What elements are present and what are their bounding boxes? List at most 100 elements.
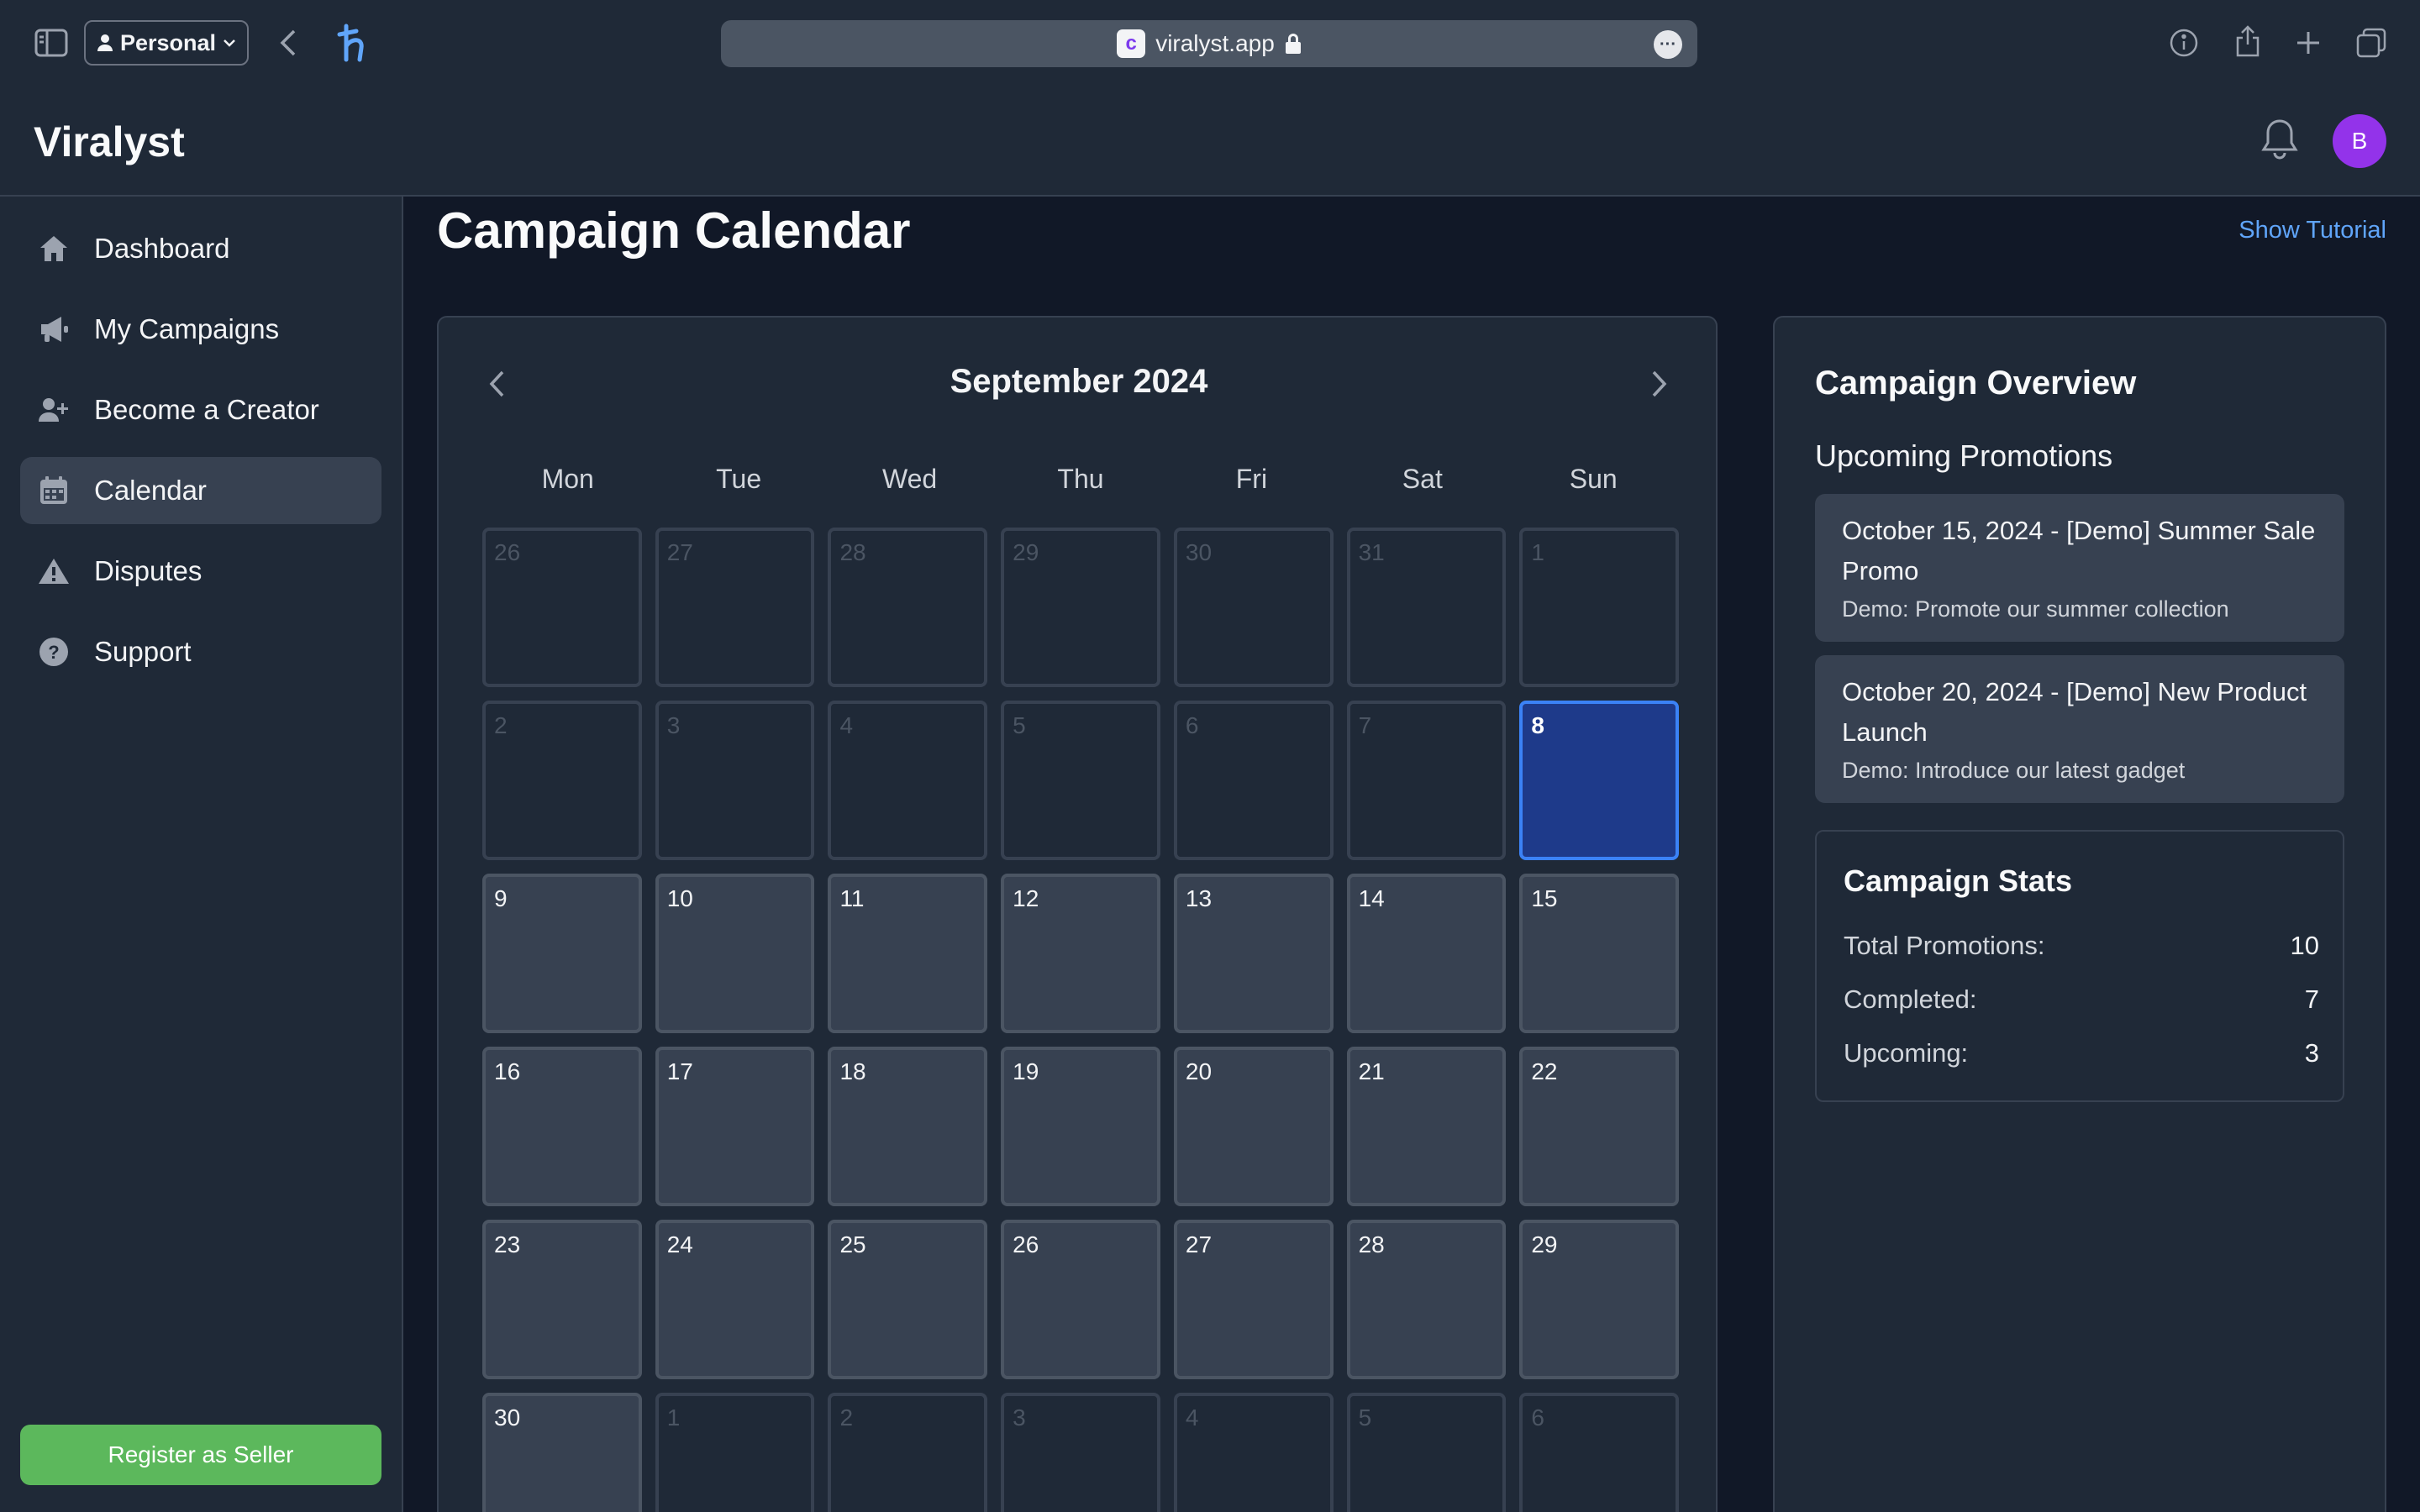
home-icon — [37, 232, 71, 265]
register-seller-button[interactable]: Register as Seller — [20, 1425, 381, 1485]
calendar-day-today[interactable]: 8 — [1519, 701, 1680, 860]
calendar-week-row: 23 24 25 26 27 28 29 — [482, 1220, 1692, 1393]
calendar-day[interactable]: 3 — [1001, 1393, 1160, 1512]
upcoming-promotions-heading: Upcoming Promotions — [1815, 438, 2113, 473]
calendar-day[interactable]: 16 — [482, 1047, 642, 1206]
tab-overview-icon[interactable] — [2353, 25, 2390, 60]
info-icon[interactable] — [2165, 25, 2203, 60]
calendar-day[interactable]: 26 — [1001, 1220, 1160, 1379]
calendar-day[interactable]: 4 — [828, 701, 988, 860]
next-month-icon[interactable] — [1642, 363, 1676, 405]
day-number: 30 — [494, 1404, 521, 1431]
person-icon — [97, 34, 113, 52]
sidebar-item-label: My Campaigns — [94, 313, 280, 344]
help-circle-icon: ? — [37, 635, 71, 669]
new-tab-icon[interactable] — [2291, 25, 2326, 60]
calendar-day[interactable]: 30 — [482, 1393, 642, 1512]
day-number: 20 — [1185, 1058, 1213, 1084]
sidebar-item-dashboard[interactable]: Dashboard — [20, 215, 381, 282]
sidebar-item-become-creator[interactable]: Become a Creator — [20, 376, 381, 444]
sidebar-item-calendar[interactable]: Calendar — [20, 457, 381, 524]
calendar-week-row: 26 27 28 29 30 31 1 — [482, 528, 1692, 701]
profile-switcher[interactable]: Personal — [84, 20, 249, 66]
sidebar-item-my-campaigns[interactable]: My Campaigns — [20, 296, 381, 363]
calendar-day[interactable]: 2 — [482, 701, 642, 860]
user-avatar[interactable]: B — [2333, 114, 2386, 168]
calendar-day[interactable]: 29 — [1001, 528, 1160, 687]
share-icon[interactable] — [2228, 22, 2267, 60]
more-options-icon[interactable]: ··· — [1654, 30, 1682, 59]
sidebar-item-support[interactable]: ? Support — [20, 618, 381, 685]
calendar-day[interactable]: 28 — [828, 528, 988, 687]
calendar-day[interactable]: 21 — [1346, 1047, 1507, 1206]
extension-logo-icon[interactable] — [333, 20, 375, 66]
day-number: 2 — [839, 1404, 854, 1431]
calendar-day[interactable]: 4 — [1173, 1393, 1334, 1512]
calendar-day[interactable]: 20 — [1173, 1047, 1334, 1206]
stat-row-total: Total Promotions: 10 — [1844, 931, 2319, 961]
weekday-label: Wed — [881, 464, 938, 494]
calendar-day[interactable]: 30 — [1173, 528, 1334, 687]
calendar-day[interactable]: 15 — [1519, 874, 1680, 1033]
calendar-day[interactable]: 6 — [1519, 1393, 1680, 1512]
day-number: 5 — [1013, 712, 1026, 738]
promotion-title: October 20, 2024 - [Demo] New Product La… — [1842, 677, 2307, 747]
calendar-day[interactable]: 13 — [1173, 874, 1334, 1033]
show-tutorial-link[interactable]: Show Tutorial — [2238, 217, 2386, 244]
calendar-day[interactable]: 24 — [655, 1220, 815, 1379]
day-number: 4 — [839, 712, 854, 738]
calendar-day[interactable]: 3 — [655, 701, 815, 860]
sidebar-item-label: Calendar — [94, 475, 207, 506]
calendar-day[interactable]: 29 — [1519, 1220, 1680, 1379]
day-number: 1 — [666, 1404, 681, 1431]
calendar-day[interactable]: 28 — [1346, 1220, 1507, 1379]
stat-row-upcoming: Upcoming: 3 — [1844, 1038, 2319, 1068]
promotion-description: Demo: Introduce our latest gadget — [1842, 758, 2186, 783]
day-number: 16 — [494, 1058, 521, 1084]
weekday-label: Tue — [716, 464, 762, 494]
notification-bell-icon[interactable] — [2260, 118, 2302, 165]
promotion-card[interactable]: October 20, 2024 - [Demo] New Product La… — [1815, 655, 2344, 803]
browser-toolbar: Personal c viralyst.app ··· — [0, 0, 2420, 86]
day-number: 15 — [1531, 885, 1558, 911]
calendar-day[interactable]: 12 — [1001, 874, 1160, 1033]
calendar-day[interactable]: 22 — [1519, 1047, 1680, 1206]
calendar-day[interactable]: 7 — [1346, 701, 1507, 860]
day-number: 26 — [1013, 1231, 1039, 1257]
promotion-card[interactable]: October 15, 2024 - [Demo] Summer Sale Pr… — [1815, 494, 2344, 642]
calendar-day[interactable]: 5 — [1346, 1393, 1507, 1512]
calendar-day[interactable]: 27 — [655, 528, 815, 687]
calendar-day[interactable]: 26 — [482, 528, 642, 687]
calendar-day[interactable]: 10 — [655, 874, 815, 1033]
calendar-day[interactable]: 23 — [482, 1220, 642, 1379]
calendar-day[interactable]: 14 — [1346, 874, 1507, 1033]
sidebar-item-disputes[interactable]: Disputes — [20, 538, 381, 605]
calendar-day[interactable]: 6 — [1173, 701, 1334, 860]
weekday-label: Thu — [1057, 464, 1104, 494]
calendar-day[interactable]: 19 — [1001, 1047, 1160, 1206]
calendar-day[interactable]: 2 — [828, 1393, 988, 1512]
calendar-day[interactable]: 5 — [1001, 701, 1160, 860]
calendar-week-row: 2 3 4 5 6 7 8 — [482, 701, 1692, 874]
calendar-day[interactable]: 9 — [482, 874, 642, 1033]
day-number: 26 — [494, 539, 521, 565]
day-number: 18 — [839, 1058, 866, 1084]
day-number: 30 — [1185, 539, 1213, 565]
calendar-day[interactable]: 11 — [828, 874, 988, 1033]
calendar-day[interactable]: 17 — [655, 1047, 815, 1206]
back-icon[interactable] — [274, 25, 302, 60]
calendar-week-row: 30 1 2 3 4 5 6 — [482, 1393, 1692, 1512]
calendar-day[interactable]: 31 — [1346, 528, 1507, 687]
profile-label: Personal — [119, 29, 217, 55]
calendar-day[interactable]: 18 — [828, 1047, 988, 1206]
calendar-day[interactable]: 25 — [828, 1220, 988, 1379]
app-logo[interactable]: Viralyst — [34, 118, 185, 166]
calendar-day[interactable]: 1 — [655, 1393, 815, 1512]
sidebar-toggle-icon[interactable] — [32, 25, 71, 60]
calendar-day[interactable]: 27 — [1173, 1220, 1334, 1379]
calendar-month-label: September 2024 — [950, 363, 1208, 400]
address-bar[interactable]: c viralyst.app ··· — [721, 20, 1697, 67]
weekday-label: Sun — [1569, 464, 1618, 494]
stat-label: Total Promotions: — [1844, 931, 2045, 960]
calendar-day[interactable]: 1 — [1519, 528, 1680, 687]
